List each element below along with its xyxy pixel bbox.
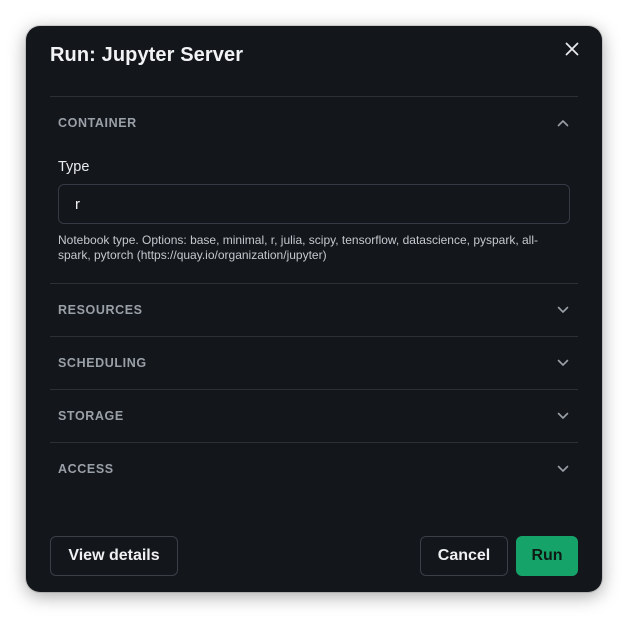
section-scheduling-label: SCHEDULING bbox=[58, 356, 147, 370]
dialog-sections: CONTAINER Type Notebook type. Options: b… bbox=[50, 96, 578, 495]
section-scheduling: SCHEDULING bbox=[50, 336, 578, 389]
chevron-down-icon bbox=[556, 356, 570, 370]
chevron-down-icon bbox=[556, 303, 570, 317]
type-field-label: Type bbox=[58, 159, 90, 175]
cancel-button[interactable]: Cancel bbox=[420, 536, 508, 576]
section-storage: STORAGE bbox=[50, 389, 578, 442]
section-access-label: ACCESS bbox=[58, 462, 114, 476]
section-resources-label: RESOURCES bbox=[58, 303, 143, 317]
type-input[interactable] bbox=[58, 184, 570, 224]
section-storage-label: STORAGE bbox=[58, 409, 124, 423]
chevron-up-icon bbox=[556, 116, 570, 130]
section-container-header[interactable]: CONTAINER bbox=[50, 97, 578, 149]
section-access-header[interactable]: ACCESS bbox=[50, 443, 578, 495]
chevron-down-icon bbox=[556, 462, 570, 476]
page-backdrop: Run: Jupyter Server CONTAINER Type r Not… bbox=[0, 0, 628, 626]
run-button[interactable]: Run bbox=[516, 536, 578, 576]
section-container: CONTAINER Type Notebook type. Options: b… bbox=[50, 96, 578, 283]
close-button[interactable] bbox=[560, 39, 584, 63]
section-container-label: CONTAINER bbox=[58, 116, 137, 130]
section-resources: RESOURCES bbox=[50, 283, 578, 336]
section-resources-header[interactable]: RESOURCES bbox=[50, 284, 578, 336]
chevron-down-icon bbox=[556, 409, 570, 423]
dialog-title: Run: Jupyter Server bbox=[50, 44, 244, 66]
section-container-body: Type Notebook type. Options: base, minim… bbox=[50, 149, 578, 283]
close-icon bbox=[565, 42, 579, 61]
type-field-help: Notebook type. Options: base, minimal, r… bbox=[58, 233, 538, 262]
section-access: ACCESS bbox=[50, 442, 578, 495]
section-storage-header[interactable]: STORAGE bbox=[50, 390, 578, 442]
run-dialog: Run: Jupyter Server CONTAINER Type r Not… bbox=[26, 26, 602, 592]
view-details-button[interactable]: View details bbox=[50, 536, 178, 576]
section-scheduling-header[interactable]: SCHEDULING bbox=[50, 337, 578, 389]
